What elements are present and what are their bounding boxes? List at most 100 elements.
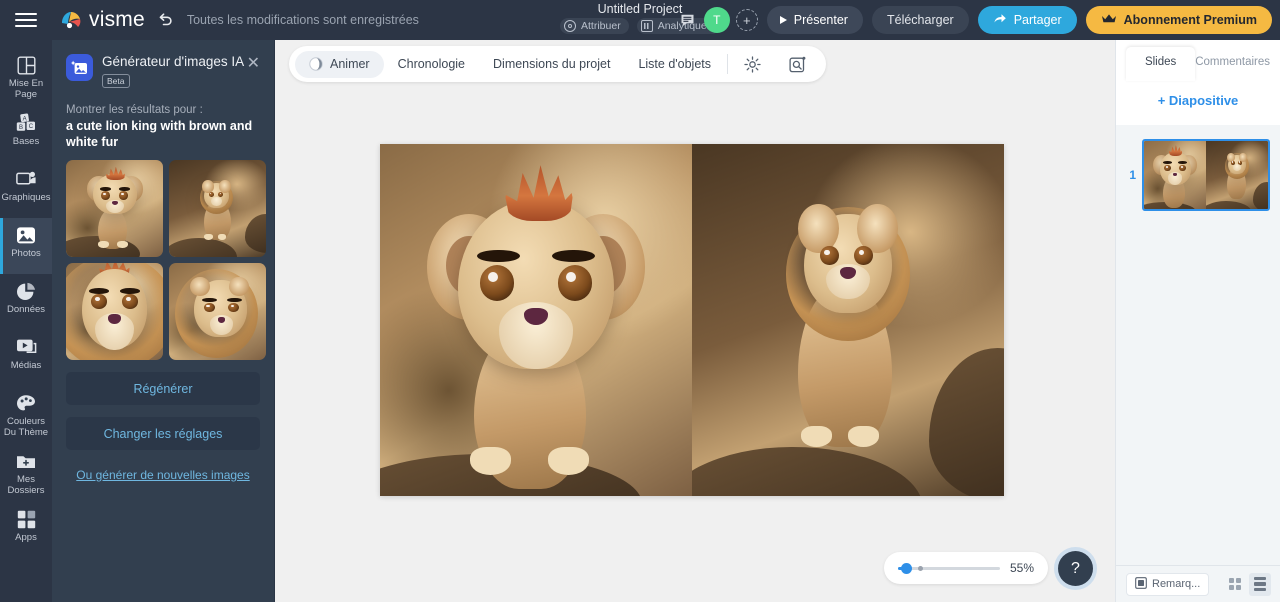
zoom-value: 55% <box>1009 561 1034 575</box>
sidebar-label-photos: Photos <box>11 248 41 259</box>
slides-panel-tabs: Slides Commentaires <box>1116 40 1280 81</box>
sidebar-label-mise-en-page: Mise En Page <box>8 78 44 100</box>
sidebar-item-apps[interactable]: Apps <box>0 502 52 558</box>
analytics-icon <box>640 20 653 32</box>
tab-chronologie[interactable]: Chronologie <box>384 51 479 78</box>
close-icon[interactable]: ✕ <box>247 56 260 72</box>
sidebar-item-graphiques[interactable]: Graphiques <box>0 162 52 218</box>
share-button-label: Partager <box>1013 13 1062 27</box>
tab-animer[interactable]: Animer <box>295 50 384 78</box>
slide-list-item[interactable]: 1 <box>1116 135 1280 215</box>
undo-icon[interactable] <box>157 11 174 30</box>
tab-slides-label: Slides <box>1144 56 1177 68</box>
generate-new-images-link[interactable]: Ou générer de nouvelles images <box>66 468 260 482</box>
media-icon <box>15 337 37 357</box>
sidebar-label-couleurs-du-theme: Couleurs Du Thème <box>3 416 49 438</box>
magnifier-box-icon <box>789 56 806 73</box>
sidebar-label-medias: Médias <box>10 360 42 371</box>
sidebar-label-graphiques: Graphiques <box>1 192 51 203</box>
tab-dimensions-du-projet[interactable]: Dimensions du projet <box>479 51 624 78</box>
top-bar-actions: T + Présenter Télécharger Partager Abonn… <box>680 0 1272 40</box>
graphics-icon <box>15 169 37 189</box>
share-icon <box>993 12 1007 28</box>
pie-chart-icon <box>15 281 37 301</box>
tab-chronologie-label: Chronologie <box>397 57 466 71</box>
download-button-label: Télécharger <box>886 13 954 27</box>
tab-slides[interactable]: Slides <box>1126 47 1196 81</box>
sidebar-label-apps: Apps <box>15 532 37 543</box>
grid-view-button[interactable] <box>1224 573 1246 596</box>
zoom-slider-track <box>898 566 1000 570</box>
present-button[interactable]: Présenter <box>766 6 863 34</box>
tab-liste-objets[interactable]: Liste d'objets <box>624 51 725 78</box>
save-status-text: Toutes les modifications sont enregistré… <box>186 13 419 27</box>
apps-grid-icon <box>15 509 37 529</box>
ai-result-thumbnail-4[interactable] <box>169 263 266 360</box>
preview-button[interactable] <box>775 51 820 78</box>
zoom-slider-knob[interactable] <box>901 562 912 574</box>
canvas-toolbar: Animer Chronologie Dimensions du projet … <box>289 46 827 82</box>
zoom-control[interactable]: 55% <box>884 552 1048 584</box>
premium-button-label: Abonnement Premium <box>1123 13 1257 27</box>
canvas-image-left[interactable] <box>380 144 692 496</box>
sidebar-item-mes-dossiers[interactable]: Mes Dossiers <box>0 444 52 502</box>
add-slide-button[interactable]: + Diapositive <box>1126 85 1270 115</box>
ai-image-generator-panel: Générateur d'images IA Beta ✕ Montrer le… <box>52 40 275 602</box>
settings-button[interactable] <box>730 51 775 78</box>
help-button[interactable]: ? <box>1058 551 1093 586</box>
change-settings-button-label: Changer les réglages <box>103 426 223 441</box>
sidebar-item-mise-en-page[interactable]: Mise En Page <box>0 48 52 106</box>
brand-logo[interactable]: visme <box>60 8 145 32</box>
layout-toggle-group <box>1224 572 1271 596</box>
grid-icon <box>1229 578 1241 590</box>
slide-thumbnail[interactable] <box>1142 139 1270 211</box>
canvas-image-right[interactable] <box>692 144 1004 496</box>
folder-plus-icon <box>15 451 37 471</box>
assign-chip[interactable]: Attribuer <box>560 18 629 34</box>
sidebar-item-photos[interactable]: Photos <box>0 218 52 274</box>
visme-editor-app: visme Toutes les modifications sont enre… <box>0 0 1280 602</box>
slide-canvas[interactable] <box>380 144 1004 496</box>
premium-button[interactable]: Abonnement Premium <box>1085 6 1272 34</box>
ai-result-thumbnail-1[interactable] <box>66 160 163 257</box>
notes-button[interactable]: Remarq... <box>1126 572 1210 596</box>
tab-dimensions-label: Dimensions du projet <box>493 57 611 71</box>
gear-icon <box>744 55 761 73</box>
change-settings-button[interactable]: Changer les réglages <box>66 417 260 450</box>
ai-results-label: Montrer les résultats pour : <box>66 104 203 116</box>
project-title[interactable]: Untitled Project <box>598 2 683 16</box>
sidebar-item-couleurs-du-theme[interactable]: Couleurs Du Thème <box>0 386 52 444</box>
avatar[interactable]: T <box>703 7 730 33</box>
svg-text:A: A <box>22 116 26 122</box>
ai-prompt-text: a cute lion king with brown and white fu… <box>66 119 253 149</box>
hamburger-icon[interactable] <box>0 0 52 40</box>
sidebar-item-medias[interactable]: Médias <box>0 330 52 386</box>
sidebar-item-bases[interactable]: A B C Bases <box>0 106 52 162</box>
zoom-slider[interactable] <box>898 561 1000 575</box>
assign-chip-label: Attribuer <box>581 20 621 32</box>
tab-commentaires[interactable]: Commentaires <box>1195 47 1270 81</box>
palette-icon <box>15 393 37 413</box>
blocks-icon: A B C <box>15 113 37 133</box>
regenerate-button[interactable]: Régénérer <box>66 372 260 405</box>
svg-text:C: C <box>28 124 33 130</box>
present-button-label: Présenter <box>793 13 848 27</box>
ai-result-thumbnail-2[interactable] <box>169 160 266 257</box>
ai-results-grid <box>66 160 266 360</box>
slide-number: 1 <box>1129 168 1136 182</box>
animate-icon <box>309 57 323 71</box>
download-button[interactable]: Télécharger <box>871 6 969 34</box>
ai-result-thumbnail-3[interactable] <box>66 263 163 360</box>
tab-animer-label: Animer <box>330 57 370 71</box>
crown-icon <box>1101 13 1117 27</box>
list-view-button[interactable] <box>1249 572 1271 596</box>
ai-image-icon <box>66 54 93 81</box>
add-user-button[interactable]: + <box>735 9 758 31</box>
sidebar-item-donnees[interactable]: Données <box>0 274 52 330</box>
toolbar-divider <box>727 54 729 74</box>
comment-icon[interactable] <box>680 13 695 28</box>
share-button[interactable]: Partager <box>977 6 1077 34</box>
canvas-workspace: Animer Chronologie Dimensions du projet … <box>276 40 1115 602</box>
note-icon <box>1135 576 1147 592</box>
notes-button-label: Remarq... <box>1152 578 1201 590</box>
